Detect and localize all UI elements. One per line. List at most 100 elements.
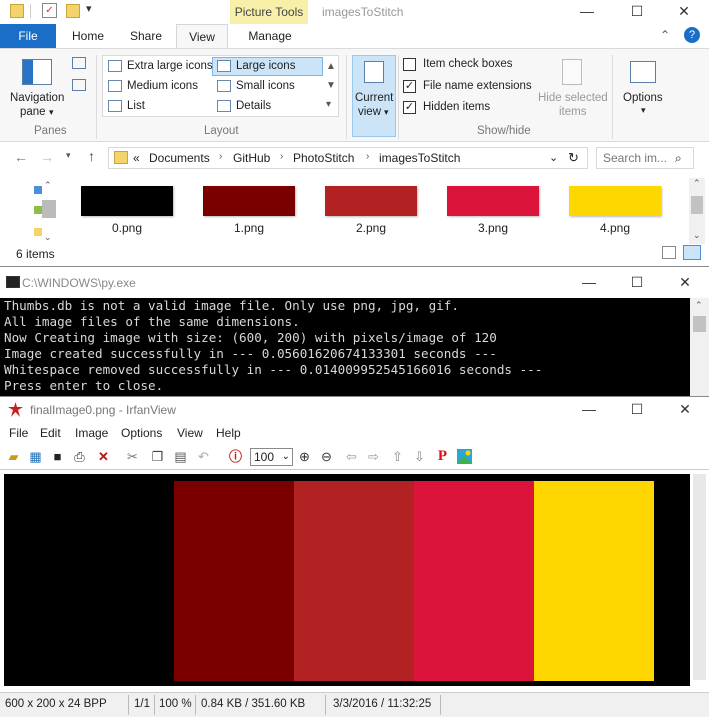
layout-scroll-icon[interactable]: ▲ ▼ ▾	[326, 57, 336, 114]
zoom-select[interactable]: 100 ⌄	[250, 448, 293, 466]
new-folder-icon[interactable]	[66, 4, 80, 18]
file-name-0[interactable]: 0.png	[81, 221, 173, 235]
info-icon[interactable]: ⓘ	[227, 448, 244, 465]
thumbnail-4[interactable]	[569, 186, 661, 216]
nav-scrollbar-thumb[interactable]	[42, 200, 56, 218]
navigation-pane-label-2[interactable]: pane	[20, 106, 46, 118]
help-icon[interactable]: ?	[684, 27, 700, 43]
thumbnail-1[interactable]	[203, 186, 295, 216]
irfanview-scrollbar[interactable]	[690, 474, 709, 686]
paste-icon[interactable]: ▤	[172, 448, 189, 465]
open-icon[interactable]: ▰	[5, 448, 22, 465]
paint-icon[interactable]	[456, 448, 473, 465]
current-view-label-2[interactable]: view	[358, 106, 381, 118]
minimize-ribbon-icon[interactable]: ⌃	[660, 28, 670, 42]
thumbnail-2[interactable]	[325, 186, 417, 216]
cut-icon[interactable]: ✂	[124, 448, 141, 465]
properties-icon[interactable]: ✓	[42, 3, 57, 18]
forward-arrow-icon[interactable]: →	[40, 149, 54, 165]
preview-pane-icon[interactable]	[72, 57, 86, 69]
details-pane-icon[interactable]	[72, 79, 86, 91]
breadcrumb-photostitch[interactable]: PhotoStitch	[293, 151, 354, 165]
tab-home[interactable]: Home	[66, 24, 110, 48]
scrollbar-thumb[interactable]	[691, 196, 703, 214]
close-button[interactable]: ✕	[669, 2, 699, 22]
hide-selected-label-1[interactable]: Hide selected	[538, 92, 608, 104]
navigation-pane-icon[interactable]	[22, 59, 52, 85]
large-icons-view-icon[interactable]	[683, 245, 701, 260]
hidden-items-label[interactable]: Hidden items	[423, 101, 490, 113]
breadcrumb-github[interactable]: GitHub	[233, 151, 270, 165]
tab-file[interactable]: File	[0, 24, 56, 48]
print-icon[interactable]: ⎙	[71, 448, 88, 465]
scroll-up-icon[interactable]: ⌃	[695, 300, 703, 311]
refresh-icon[interactable]: ↻	[568, 150, 579, 166]
save-icon[interactable]: ■	[49, 448, 66, 465]
layout-small[interactable]: Small icons	[236, 80, 295, 92]
copy-icon[interactable]: ❐	[149, 448, 166, 465]
minimize-button[interactable]: —	[574, 400, 604, 420]
minimize-button[interactable]: —	[574, 273, 604, 293]
tab-share[interactable]: Share	[124, 24, 168, 48]
menu-edit[interactable]: Edit	[40, 426, 61, 440]
zoom-out-icon[interactable]: ⊖	[318, 448, 335, 465]
maximize-button[interactable]: ☐	[622, 400, 652, 420]
layout-large[interactable]: Large icons	[236, 60, 295, 72]
next-icon[interactable]: ⇨	[365, 448, 382, 465]
scroll-down-icon[interactable]: ⌄	[693, 230, 701, 241]
file-list-scrollbar[interactable]: ⌃ ⌄	[689, 178, 705, 244]
first-file-icon[interactable]: ⇧	[389, 448, 406, 465]
navigation-pane-label-1[interactable]: Navigation	[10, 92, 64, 104]
item-checkboxes-label[interactable]: Item check boxes	[423, 58, 512, 70]
layout-details[interactable]: Details	[236, 100, 271, 112]
layout-extra-large[interactable]: Extra large icons	[127, 60, 213, 72]
delete-icon[interactable]: ✕	[95, 448, 112, 465]
scroll-up-icon[interactable]: ⌃	[44, 180, 52, 191]
maximize-button[interactable]: ☐	[622, 2, 652, 22]
file-name-extensions-label[interactable]: File name extensions	[423, 80, 532, 92]
current-view-label-1[interactable]: Current	[355, 92, 393, 104]
menu-view[interactable]: View	[177, 426, 203, 440]
maximize-button[interactable]: ☐	[622, 273, 652, 293]
tab-view[interactable]: View	[176, 24, 228, 48]
hide-selected-label-2[interactable]: items	[559, 106, 586, 118]
up-arrow-icon[interactable]: ↑	[88, 148, 95, 164]
close-button[interactable]: ✕	[670, 400, 700, 420]
thumbnail-3[interactable]	[447, 186, 539, 216]
address-dropdown-icon[interactable]: ⌄	[549, 151, 558, 164]
hidden-items-checkbox[interactable]: ✓	[403, 101, 416, 114]
file-name-1[interactable]: 1.png	[203, 221, 295, 235]
menu-file[interactable]: File	[9, 426, 28, 440]
plugins-icon[interactable]: P	[434, 448, 451, 465]
recent-locations-icon[interactable]: ▾	[66, 150, 71, 161]
item-checkboxes-checkbox[interactable]	[403, 58, 416, 71]
address-bar[interactable]: « Documents › GitHub › PhotoStitch › ima…	[108, 147, 588, 169]
customize-quick-access-icon[interactable]: ▾	[86, 2, 92, 15]
breadcrumb-imagestostitch[interactable]: imagesToStitch	[379, 151, 460, 165]
file-name-extensions-checkbox[interactable]: ✓	[403, 80, 416, 93]
menu-help[interactable]: Help	[216, 426, 241, 440]
layout-medium[interactable]: Medium icons	[127, 80, 198, 92]
last-file-icon[interactable]: ⇩	[411, 448, 428, 465]
menu-options[interactable]: Options	[121, 426, 162, 440]
scrollbar-thumb[interactable]	[693, 316, 706, 332]
breadcrumb-overflow[interactable]: «	[133, 151, 140, 165]
file-name-2[interactable]: 2.png	[325, 221, 417, 235]
search-icon[interactable]: ⌕	[675, 151, 682, 166]
back-arrow-icon[interactable]: ←	[14, 149, 28, 165]
console-scrollbar[interactable]: ⌃	[690, 298, 709, 396]
undo-icon[interactable]: ↶	[195, 448, 212, 465]
scroll-up-icon[interactable]: ⌃	[693, 178, 701, 189]
file-name-3[interactable]: 3.png	[447, 221, 539, 235]
options-button[interactable]: Options	[623, 92, 663, 104]
scrollbar-track[interactable]	[693, 474, 706, 680]
close-button[interactable]: ✕	[670, 273, 700, 293]
layout-list[interactable]: List	[127, 100, 145, 112]
minimize-button[interactable]: —	[572, 2, 602, 22]
file-name-4[interactable]: 4.png	[569, 221, 661, 235]
breadcrumb-documents[interactable]: Documents	[149, 151, 210, 165]
zoom-in-icon[interactable]: ⊕	[296, 448, 313, 465]
image-canvas[interactable]	[4, 474, 690, 686]
menu-image[interactable]: Image	[75, 426, 108, 440]
thumbnails-icon[interactable]: ▦	[27, 448, 44, 465]
